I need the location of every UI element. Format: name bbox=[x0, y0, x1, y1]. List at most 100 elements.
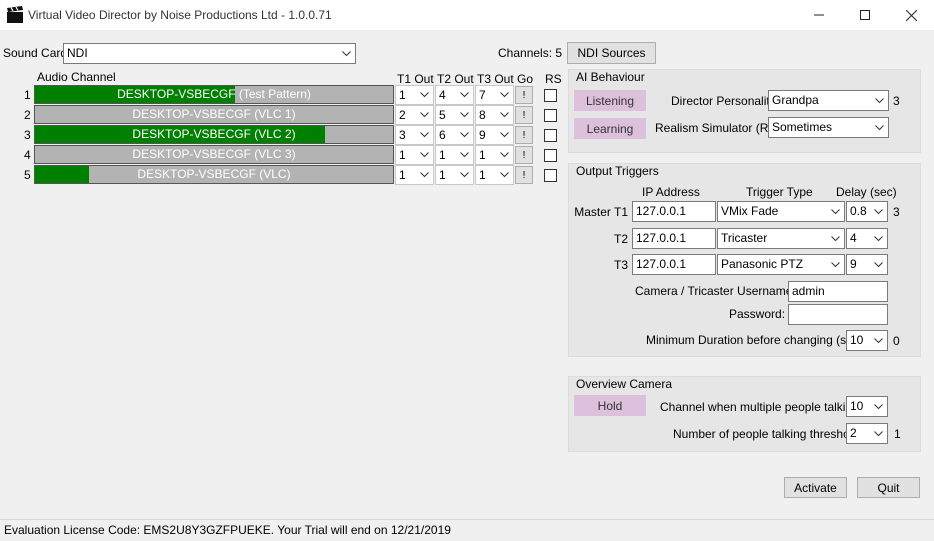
ai-behaviour-title: AI Behaviour bbox=[576, 70, 645, 84]
activate-button[interactable]: Activate bbox=[784, 477, 847, 498]
audio-channel-header: Audio Channel bbox=[37, 70, 116, 84]
multi-talking-channel-dropdown[interactable]: 10 bbox=[846, 396, 888, 417]
learning-button[interactable]: Learning bbox=[574, 118, 646, 139]
director-personality-label: Director Personality bbox=[671, 94, 776, 108]
channel-level-bar[interactable]: DESKTOP-VSBECGF (VLC) bbox=[34, 165, 394, 184]
t2-out-header: T2 Out bbox=[437, 72, 474, 86]
t2-out-dropdown[interactable]: 5 bbox=[435, 105, 474, 125]
sound-card-label: Sound Card bbox=[3, 46, 68, 60]
trigger-type-value: VMix Fade bbox=[721, 204, 779, 218]
trigger-delay-dropdown[interactable]: 0.8 bbox=[846, 201, 888, 222]
t1-out-dropdown[interactable]: 2 bbox=[395, 105, 434, 125]
channel-level-bar[interactable]: DESKTOP-VSBECGF (VLC 2) bbox=[34, 125, 394, 144]
chevron-down-icon bbox=[870, 397, 887, 416]
talking-threshold-extra: 1 bbox=[894, 427, 901, 441]
quit-button[interactable]: Quit bbox=[857, 477, 920, 498]
trigger-ip-field[interactable]: 127.0.0.1 bbox=[632, 201, 716, 222]
channel-level-bar[interactable]: DESKTOP-VSBECGF (Test Pattern) bbox=[34, 85, 394, 104]
chevron-down-icon bbox=[416, 126, 433, 144]
trigger-delay-dropdown[interactable]: 9 bbox=[846, 254, 888, 275]
trigger-ip-field[interactable]: 127.0.0.1 bbox=[632, 228, 716, 249]
overview-camera-title: Overview Camera bbox=[576, 377, 673, 391]
close-button[interactable] bbox=[888, 0, 934, 30]
rs-checkbox[interactable] bbox=[544, 109, 557, 122]
output-triggers-title: Output Triggers bbox=[576, 164, 659, 178]
trigger-ip-field[interactable]: 127.0.0.1 bbox=[632, 254, 716, 275]
window-title: Virtual Video Director by Noise Producti… bbox=[28, 8, 332, 22]
realism-simulator-dropdown[interactable]: Sometimes bbox=[768, 117, 889, 138]
min-duration-extra: 0 bbox=[893, 334, 900, 348]
rs-checkbox[interactable] bbox=[544, 129, 557, 142]
go-button[interactable]: ! bbox=[515, 86, 533, 104]
t2-out-dropdown[interactable]: 6 bbox=[435, 125, 474, 145]
talking-threshold-dropdown[interactable]: 2 bbox=[846, 423, 888, 444]
t3-out-dropdown[interactable]: 8 bbox=[475, 105, 514, 125]
license-status-text: Evaluation License Code: EMS2U8Y3GZFPUEK… bbox=[4, 523, 451, 537]
t1-out-dropdown[interactable]: 1 bbox=[395, 165, 434, 185]
listening-button[interactable]: Listening bbox=[574, 90, 646, 111]
t2-out-dropdown[interactable]: 1 bbox=[435, 165, 474, 185]
channel-source-name: DESKTOP-VSBECGF (Test Pattern) bbox=[117, 87, 311, 101]
chevron-down-icon bbox=[496, 126, 513, 144]
maximize-button[interactable] bbox=[842, 0, 888, 30]
min-duration-label: Minimum Duration before changing (sec) bbox=[646, 333, 863, 347]
chevron-down-icon bbox=[456, 166, 473, 184]
t1-out-dropdown[interactable]: 1 bbox=[395, 85, 434, 105]
channel-number: 4 bbox=[24, 148, 31, 162]
channel-level-bar[interactable]: DESKTOP-VSBECGF (VLC 3) bbox=[34, 145, 394, 164]
trigger-type-header: Trigger Type bbox=[746, 185, 813, 199]
director-personality-dropdown[interactable]: Grandpa bbox=[768, 90, 889, 111]
username-label: Camera / Tricaster Username: bbox=[635, 284, 796, 298]
trigger-row-label: T2 bbox=[613, 232, 628, 246]
chevron-down-icon bbox=[870, 331, 887, 350]
go-button[interactable]: ! bbox=[515, 106, 533, 124]
chevron-down-icon bbox=[496, 86, 513, 104]
t2-out-dropdown[interactable]: 1 bbox=[435, 145, 474, 165]
password-field[interactable] bbox=[788, 304, 888, 325]
trigger-row-label: Master T1 bbox=[574, 205, 628, 219]
trigger-type-dropdown[interactable]: VMix Fade bbox=[717, 201, 845, 222]
chevron-down-icon bbox=[870, 229, 887, 248]
min-duration-dropdown[interactable]: 10 bbox=[846, 330, 888, 351]
clapperboard-icon bbox=[6, 6, 24, 24]
rs-checkbox[interactable] bbox=[544, 149, 557, 162]
go-button[interactable]: ! bbox=[515, 126, 533, 144]
trigger-row-label: T3 bbox=[613, 258, 628, 272]
chevron-down-icon bbox=[827, 255, 844, 274]
trigger-type-value: Panasonic PTZ bbox=[721, 257, 804, 271]
username-field[interactable]: admin bbox=[788, 281, 888, 302]
minimize-button[interactable] bbox=[796, 0, 842, 30]
director-personality-number: 3 bbox=[893, 94, 900, 108]
chevron-down-icon bbox=[338, 44, 355, 63]
trigger-type-dropdown[interactable]: Tricaster bbox=[717, 228, 845, 249]
t3-out-dropdown[interactable]: 1 bbox=[475, 145, 514, 165]
chevron-down-icon bbox=[416, 166, 433, 184]
close-icon bbox=[905, 9, 917, 21]
t3-out-dropdown[interactable]: 7 bbox=[475, 85, 514, 105]
channel-level-bar[interactable]: DESKTOP-VSBECGF (VLC 1) bbox=[34, 105, 394, 124]
hold-button[interactable]: Hold bbox=[574, 395, 646, 416]
realism-simulator-label: Realism Simulator (RS) bbox=[655, 121, 781, 135]
t2-out-dropdown[interactable]: 4 bbox=[435, 85, 474, 105]
t3-out-dropdown[interactable]: 1 bbox=[475, 165, 514, 185]
t1-out-dropdown[interactable]: 3 bbox=[395, 125, 434, 145]
trigger-delay-dropdown[interactable]: 4 bbox=[846, 228, 888, 249]
chevron-down-icon bbox=[827, 229, 844, 248]
t3-out-dropdown[interactable]: 9 bbox=[475, 125, 514, 145]
minimize-icon bbox=[814, 14, 824, 16]
channels-count: Channels: 5 bbox=[498, 46, 563, 60]
ndi-sources-button[interactable]: NDI Sources bbox=[567, 42, 656, 64]
multi-talking-label: Channel when multiple people talking bbox=[660, 400, 859, 414]
rs-checkbox[interactable] bbox=[544, 89, 557, 102]
channel-source-name: DESKTOP-VSBECGF (VLC) bbox=[137, 167, 291, 181]
channel-number: 2 bbox=[24, 108, 31, 122]
trigger-type-dropdown[interactable]: Panasonic PTZ bbox=[717, 254, 845, 275]
rs-checkbox[interactable] bbox=[544, 169, 557, 182]
go-button[interactable]: ! bbox=[515, 166, 533, 184]
ip-address-header: IP Address bbox=[642, 185, 700, 199]
channel-source-name: DESKTOP-VSBECGF (VLC 1) bbox=[132, 107, 296, 121]
t1-out-dropdown[interactable]: 1 bbox=[395, 145, 434, 165]
delay-header: Delay (sec) bbox=[836, 185, 897, 199]
go-button[interactable]: ! bbox=[515, 146, 533, 164]
sound-card-dropdown[interactable]: NDI bbox=[63, 43, 356, 64]
